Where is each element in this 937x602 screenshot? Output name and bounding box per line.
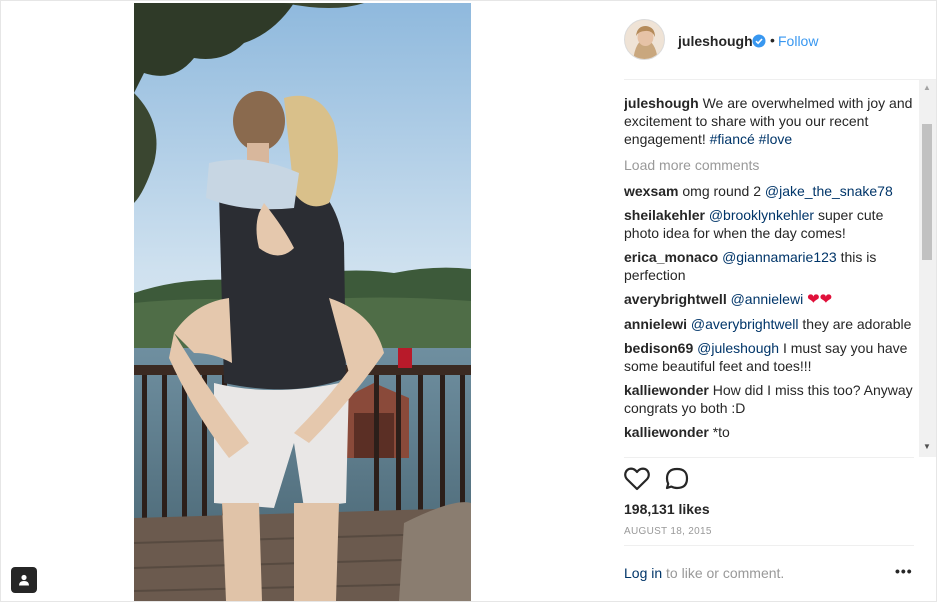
mention-link[interactable]: @averybrightwell: [691, 316, 799, 332]
follow-button[interactable]: Follow: [778, 33, 818, 49]
likes-count[interactable]: 198,131 likes: [624, 501, 710, 517]
photo-illustration: [134, 3, 471, 601]
comment-list: juleshough We are overwhelmed with joy a…: [624, 84, 920, 456]
mention-link[interactable]: @annielewi: [731, 291, 804, 307]
post-header: juleshough • Follow: [602, 1, 936, 79]
verified-badge-icon: [752, 34, 766, 48]
comment-item: kalliewonder How did I miss this too? An…: [624, 381, 920, 417]
post-photo[interactable]: [134, 3, 471, 601]
login-prompt: Log in to like or comment.: [624, 565, 784, 581]
scrollbar-thumb[interactable]: [922, 124, 932, 260]
divider: [624, 545, 914, 546]
caption: juleshough We are overwhelmed with joy a…: [624, 94, 920, 148]
caption-username[interactable]: juleshough: [624, 95, 699, 111]
mention-link[interactable]: @giannamarie123: [722, 249, 837, 265]
load-more-comments-button[interactable]: Load more comments: [624, 156, 920, 174]
header-username[interactable]: juleshough: [678, 33, 753, 49]
comment-item: erica_monaco @giannamarie123 this is per…: [624, 248, 920, 284]
comment-username[interactable]: wexsam: [624, 183, 678, 199]
more-options-button[interactable]: •••: [895, 563, 913, 579]
comment-username[interactable]: kalliewonder: [624, 382, 709, 398]
comment-item: sheilakehler @brooklynkehler super cute …: [624, 206, 920, 242]
avatar[interactable]: [624, 19, 665, 60]
comment-item: kalliewonder *to: [624, 423, 920, 441]
avatar-image: [625, 20, 664, 59]
scroll-up-arrow-icon[interactable]: ▲: [923, 83, 931, 92]
separator-dot: •: [770, 32, 775, 48]
divider: [624, 457, 914, 458]
comment-item: bedison69 @juleshough I must say you hav…: [624, 339, 920, 375]
comments-scrollbar[interactable]: ▲ ▼: [919, 80, 936, 457]
post-side-panel: juleshough • Follow juleshough We are ov…: [602, 1, 936, 601]
comment-username[interactable]: annielewi: [624, 316, 687, 332]
mention-link[interactable]: @jake_the_snake78: [765, 183, 893, 199]
comment-item: averybrightwell @annielewi ❤❤: [624, 290, 920, 309]
comment-username[interactable]: erica_monaco: [624, 249, 718, 265]
mention-link[interactable]: @juleshough: [697, 340, 779, 356]
scroll-down-arrow-icon[interactable]: ▼: [923, 442, 931, 451]
mention-link[interactable]: @brooklynkehler: [709, 207, 814, 223]
comment-username[interactable]: averybrightwell: [624, 291, 727, 307]
comment-item: wexsam omg round 2 @jake_the_snake78: [624, 182, 920, 200]
comment-text: *to: [712, 424, 730, 440]
comment-text: omg round 2: [682, 183, 761, 199]
post-date[interactable]: AUGUST 18, 2015: [624, 526, 712, 537]
comment-username[interactable]: sheilakehler: [624, 207, 705, 223]
heart-emoji-icon: ❤❤: [807, 291, 833, 308]
comment-item: annielewi @averybrightwell they are ador…: [624, 315, 920, 333]
heart-outline-icon[interactable]: [624, 467, 650, 491]
hashtag-link[interactable]: #fiancé: [710, 131, 755, 147]
comment-text: they are adorable: [802, 316, 912, 332]
media-area: [1, 1, 601, 601]
comment-username[interactable]: bedison69: [624, 340, 693, 356]
user-tag-icon: [19, 574, 29, 586]
speech-bubble-icon[interactable]: [665, 467, 689, 491]
comment-username[interactable]: kalliewonder: [624, 424, 709, 440]
user-tag-button[interactable]: [11, 567, 37, 593]
divider: [624, 79, 936, 80]
login-link[interactable]: Log in: [624, 565, 662, 581]
login-prompt-text: to like or comment.: [662, 565, 785, 581]
hashtag-link[interactable]: #love: [759, 131, 792, 147]
